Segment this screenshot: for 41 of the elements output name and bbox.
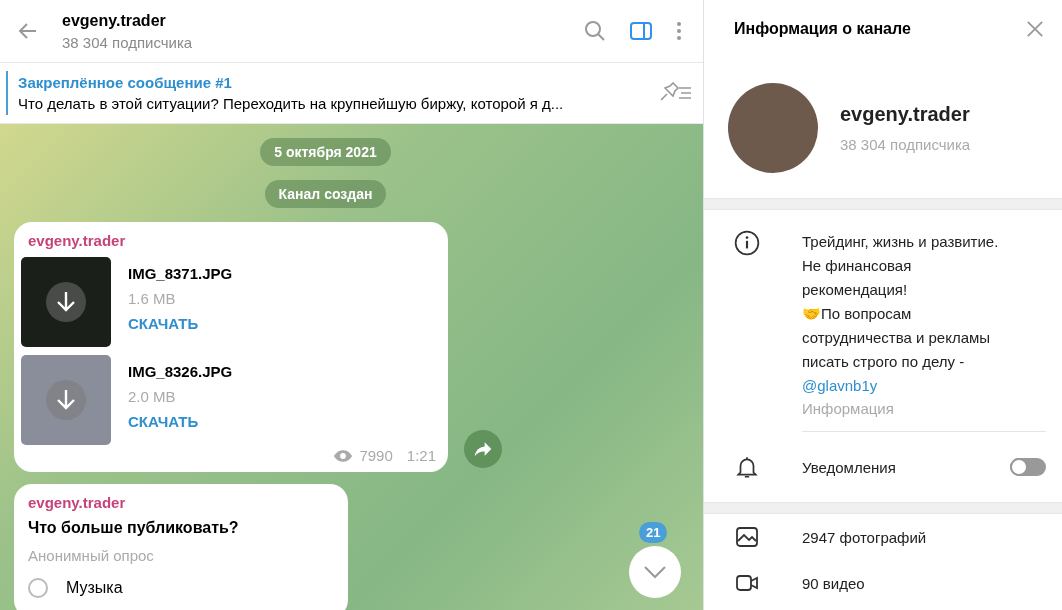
message-author: evgeny.trader xyxy=(27,232,127,249)
download-link[interactable]: СКАЧАТЬ xyxy=(128,413,233,430)
poll-question: Что больше публиковать? xyxy=(27,519,240,537)
sidebar-toggle-icon[interactable] xyxy=(629,19,653,43)
channel-description: Трейдинг, жизнь и развитие. Не финансовая рекомендация! 🤝По вопросам сотрудничества и рекламы писать строго по делу - @glavnb1y xyxy=(802,232,1000,396)
pinned-title: Закреплённое сообщение #1 xyxy=(18,74,233,91)
message-author: evgeny.trader xyxy=(27,494,127,511)
close-icon[interactable] xyxy=(1026,20,1044,38)
eye-icon xyxy=(333,448,354,463)
service-message: Канал создан xyxy=(264,180,387,208)
poll-type: Анонимный опрос xyxy=(27,547,155,564)
more-icon[interactable] xyxy=(675,19,683,43)
message-time: 1:21 xyxy=(406,447,436,464)
download-link[interactable]: СКАЧАТЬ xyxy=(128,315,233,332)
subscriber-count: 38 304 подписчика xyxy=(62,33,194,51)
panel-title: Информация о канале xyxy=(734,20,911,38)
media-count[interactable]: 90 видео xyxy=(802,574,865,592)
view-count: 7990 xyxy=(359,447,393,464)
file-size: 1.6 MB xyxy=(128,290,177,307)
poll-radio[interactable] xyxy=(28,578,48,598)
forward-button[interactable] xyxy=(464,430,502,468)
username-link[interactable]: @glavnb1y xyxy=(802,377,878,394)
unread-badge: 21 xyxy=(639,522,668,543)
pinned-text: Что делать в этой ситуации? Переходить на крупнейшую биржу, которой я д... xyxy=(18,95,565,112)
media-count[interactable]: 2947 фотографий xyxy=(802,528,927,546)
poll-option[interactable]: Музыка xyxy=(66,579,123,597)
file-name: IMG_8326.JPG xyxy=(128,363,233,380)
service-message: 5 октября 2021 xyxy=(260,138,391,166)
search-icon[interactable] xyxy=(583,19,607,43)
description-label: Информация xyxy=(802,400,895,417)
notifications-toggle[interactable] xyxy=(1010,458,1046,476)
info-icon xyxy=(734,230,760,256)
file-size: 2.0 MB xyxy=(128,388,177,405)
bell-icon xyxy=(734,454,760,480)
photo-icon xyxy=(734,525,760,549)
channel-title: evgeny.trader xyxy=(62,11,167,30)
notifications-label: Уведомления xyxy=(802,458,897,476)
subscriber-count: 38 304 подписчика xyxy=(840,136,971,153)
chevron-down-icon xyxy=(643,565,667,579)
file-name: IMG_8371.JPG xyxy=(128,265,233,282)
channel-name: evgeny.trader xyxy=(840,103,971,126)
